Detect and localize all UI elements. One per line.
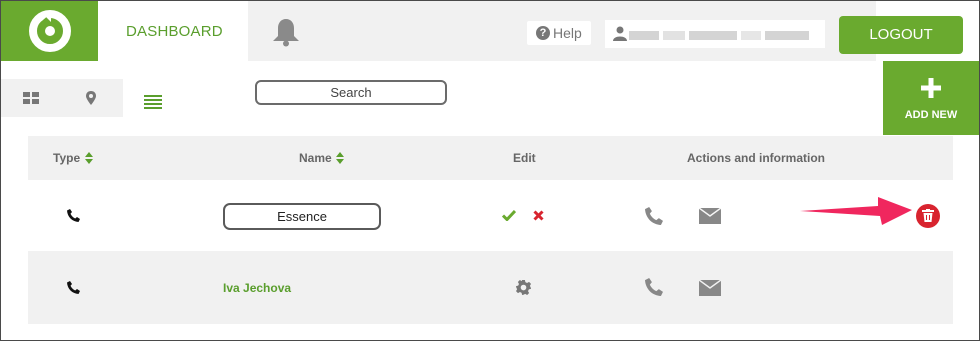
envelope-icon[interactable] (699, 208, 721, 224)
app-window: DASHBOARD ? Help LOGOUT Search ADD NEW T… (0, 0, 980, 341)
tab-dashboard[interactable]: DASHBOARD (98, 1, 248, 61)
logout-button[interactable]: LOGOUT (839, 16, 963, 54)
redacted-username (689, 31, 737, 40)
grid-view-icon[interactable] (23, 92, 39, 104)
table-row: Iva Jechova (28, 251, 953, 324)
search-input[interactable]: Search (255, 80, 447, 105)
contact-name-link[interactable]: Iva Jechova (223, 281, 291, 295)
redacted-username (629, 31, 659, 40)
help-icon: ? (536, 26, 550, 40)
top-bar: DASHBOARD ? Help LOGOUT (1, 1, 979, 61)
list-view-icon (144, 95, 162, 109)
logo[interactable] (1, 1, 98, 61)
column-header-actions: Actions and information (687, 151, 825, 165)
check-icon[interactable] (502, 210, 516, 221)
column-header-edit: Edit (513, 151, 536, 165)
column-header-type[interactable]: Type (53, 151, 80, 165)
phone-icon (67, 209, 80, 222)
delete-button[interactable] (916, 204, 940, 228)
table-row: Essence (28, 180, 953, 251)
redacted-username (741, 31, 761, 40)
view-toolbar: Search ADD NEW (1, 61, 979, 136)
map-pin-icon[interactable] (86, 91, 96, 105)
trash-icon (922, 209, 934, 222)
bell-icon[interactable] (270, 17, 302, 47)
sort-icon[interactable] (336, 152, 344, 164)
add-new-label: ADD NEW (904, 109, 958, 121)
user-icon (613, 26, 627, 41)
tab-dashboard-label: DASHBOARD (126, 23, 223, 40)
envelope-icon[interactable] (699, 280, 721, 296)
redacted-username (663, 31, 685, 40)
arrow-annotation-icon (800, 197, 912, 225)
list-view-button[interactable] (123, 79, 185, 123)
cancel-icon[interactable] (533, 210, 544, 221)
user-menu[interactable] (605, 20, 825, 48)
add-new-button[interactable]: ADD NEW (883, 61, 979, 135)
logo-icon (29, 10, 71, 52)
gear-icon[interactable] (516, 280, 531, 295)
phone-icon[interactable] (645, 207, 663, 225)
name-edit-input[interactable]: Essence (223, 203, 381, 230)
sort-icon[interactable] (85, 152, 93, 164)
column-header-name[interactable]: Name (299, 151, 332, 165)
redacted-username (765, 31, 809, 40)
help-button[interactable]: ? Help (527, 21, 591, 45)
phone-icon[interactable] (645, 278, 663, 296)
table-header: Type Name Edit Actions and information (28, 136, 953, 180)
phone-icon (67, 281, 80, 294)
help-label: Help (553, 25, 582, 41)
plus-icon (921, 78, 941, 98)
view-switcher (1, 79, 123, 117)
